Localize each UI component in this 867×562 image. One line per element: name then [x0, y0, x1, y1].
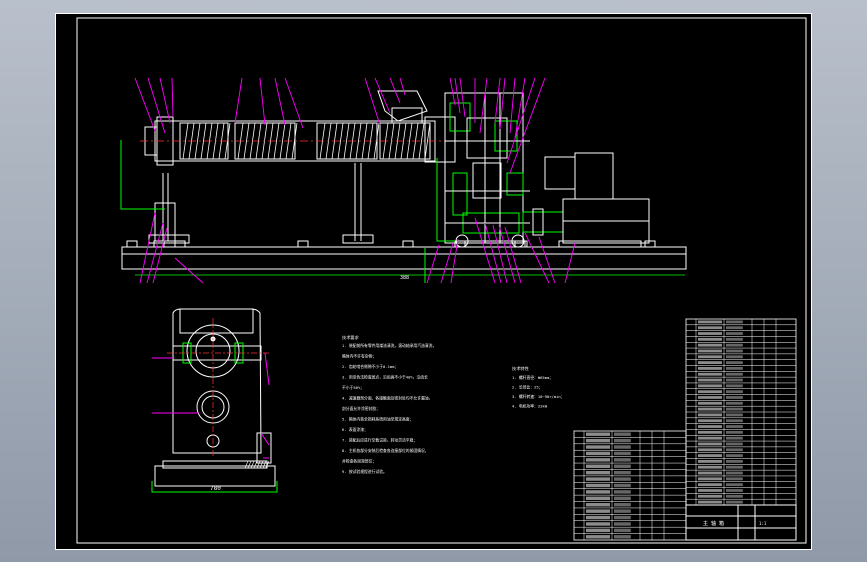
outer-frame	[55, 13, 812, 550]
note-line: 9. 按试验规程进行试验。	[342, 469, 387, 474]
parts-list-lower	[573, 430, 687, 541]
support-bracket-dim	[120, 140, 165, 210]
parts-list-upper	[685, 318, 797, 506]
note-line: 5. 箱体内装全损耗系统用油至规定高度；	[342, 417, 413, 422]
note-line: 箱体内不许有杂物；	[342, 354, 376, 359]
title-block-scale: 1:1	[759, 521, 767, 526]
base-rail	[121, 246, 687, 270]
note-line: 2. 长径比：25；	[512, 385, 542, 390]
tech-notes-left-heading: 技术要求	[342, 334, 360, 341]
gearbox-base	[154, 465, 276, 487]
tech-notes-right: 技术特性 1. 螺杆直径：Φ65mm； 2. 长径比：25； 3. 螺杆转速：10~…	[512, 365, 565, 409]
note-line: 剖分面允许涂密封胶；	[342, 406, 380, 411]
note-line: 4. 电机功率：22kW	[512, 404, 548, 409]
hopper	[377, 90, 428, 122]
assembly-drawing: 388 780 技术要求 1. 装配前所有零件用煤油清洗，滚动轴承用汽油清洗， …	[55, 13, 812, 550]
note-line: 4. 减速器剖分面、各接触面及密封处均不允许漏油，	[342, 396, 432, 401]
overall-length-dim-label: 388	[400, 275, 409, 281]
title-block: 主 轴 箱 1:1	[685, 504, 797, 541]
note-line: 3. 用涂色法检查斑点，沿齿高不小于40%，沿齿长	[342, 375, 428, 380]
drawing-sheet: 388 780 技术要求 1. 装配前所有零件用煤油清洗，滚动轴承用汽油清洗， …	[55, 13, 812, 550]
gearbox	[444, 92, 530, 248]
base-width-dim-label: 780	[210, 485, 221, 492]
barrel-supports	[148, 163, 374, 244]
note-line: 1. 装配前所有零件用煤油清洗，滚动轴承用汽油清洗，	[342, 343, 436, 348]
gearbox-housing	[172, 308, 262, 454]
motor-assembly	[522, 152, 650, 248]
note-line: 2. 齿轮啮合侧隙不小于0.1mm；	[342, 364, 398, 369]
note-line: 并检查各润滑部位；	[342, 459, 376, 464]
title-block-title: 主 轴 箱	[703, 520, 724, 527]
tech-notes-left: 技术要求 1. 装配前所有零件用煤油清洗，滚动轴承用汽油清洗， 箱体内不许有杂物…	[342, 334, 436, 474]
note-line: 7. 装配后应进行空载试验，转动灵活平稳；	[342, 438, 417, 443]
cad-viewport: 388 780 技术要求 1. 装配前所有零件用煤油清洗，滚动轴承用汽油清洗， …	[0, 0, 867, 562]
base-bolts	[126, 240, 656, 248]
note-line: 3. 螺杆转速：10~90r/min；	[512, 394, 565, 399]
tech-notes-right-heading: 技术特性	[512, 365, 529, 372]
note-line: 6. 表面涂漆；	[342, 427, 368, 432]
note-line: 不小于50%；	[342, 385, 364, 390]
side-view: 780	[151, 308, 278, 493]
note-line: 1. 螺杆直径：Φ65mm；	[512, 375, 553, 380]
main-view: 388	[120, 77, 687, 284]
note-line: 8. 主机各部分安装后检查各连接部位的紧固情况，	[342, 448, 429, 453]
